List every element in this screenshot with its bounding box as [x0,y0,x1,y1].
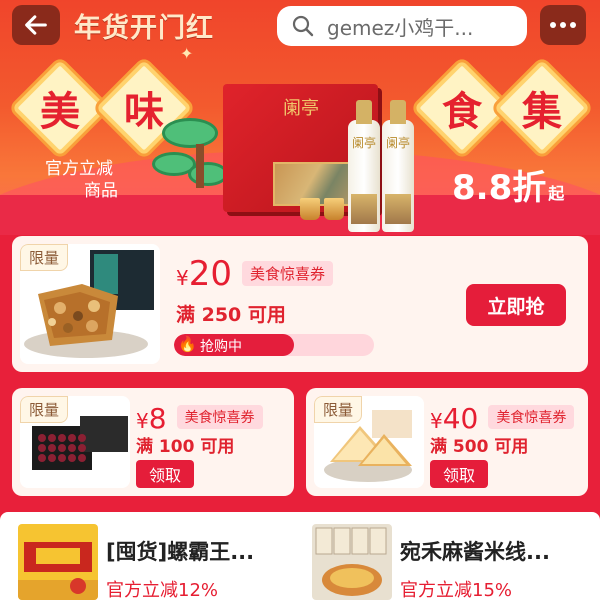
currency-symbol: ¥ [176,266,189,290]
currency-symbol: ¥ [430,409,443,433]
arrow-left-icon [25,15,47,35]
featured-coupon-card[interactable]: 限量 ¥ 20 美食惊喜券 满 250 可用 🔥 抢购中 立即抢 [12,236,588,372]
promo-banner: ✦ ✦ 美 味 食 集 官方立减 商品 阑亭 阑亭 阑亭 8.8折起 [0,0,600,235]
page-title: 年货开门红 [74,13,214,44]
official-discount-label: 官方立减 商品 [40,158,118,202]
product-discount: 官方立减15% [400,580,513,600]
promo-line-2: 商品 [84,181,118,201]
currency-symbol: ¥ [136,409,149,433]
back-button[interactable] [12,5,60,45]
progress-text: 抢购中 [200,339,242,355]
search-query-text: gemez小鸡干... [327,15,474,40]
more-dots-icon [550,22,556,28]
more-dots-icon [570,22,576,28]
coupon-amount: 8 [148,402,167,435]
coupon-condition: 满 500 可用 [430,437,529,457]
product-discount: 官方立减12% [106,580,219,600]
banner-char: 美 [40,88,80,135]
coupon-price: ¥ 8 美食惊喜券 [136,402,263,435]
limited-tag: 限量 [20,244,69,271]
gift-box-label: 阑亭 [283,98,319,119]
product-list: [囤货]螺霸王... 官方立减12% 宛禾麻酱米线... 官方立减15% [0,512,600,600]
banner-char: 集 [522,88,562,135]
bottle-label: 阑亭 [385,136,410,150]
limited-tag: 限量 [314,396,363,423]
coupon-price: ¥ 40 美食惊喜券 [430,402,575,435]
product-image: 限量 [314,396,424,488]
coupon-amount: 40 [442,402,479,435]
product-name: [囤货]螺霸王... [106,540,255,564]
coupon-type-badge: 美食惊喜券 [176,405,263,429]
coupon-type-badge: 美食惊喜券 [242,261,334,286]
search-icon [292,15,314,37]
top-bar: 年货开门红 gemez小鸡干... [0,0,600,56]
discount-suffix: 起 [548,184,565,203]
product-item[interactable]: [囤货]螺霸王... 官方立减12% [18,524,288,600]
cup-image [300,198,320,220]
coupon-amount: 20 [188,254,232,294]
coupon-type-badge: 美食惊喜券 [488,405,575,429]
product-thumbnail [312,524,392,600]
product-image: 限量 [20,244,160,364]
product-image: 限量 [20,396,130,488]
coupon-condition: 满 250 可用 [176,304,286,326]
product-name: 宛禾麻酱米线... [400,540,550,564]
product-thumbnail [18,524,98,600]
limited-tag: 限量 [20,396,69,423]
coupon-card[interactable]: 限量 ¥ 40 美食惊喜券 满 500 可用 领取 [306,388,588,496]
coupon-condition: 满 100 可用 [136,437,235,457]
progress-bar: 🔥 抢购中 [174,334,374,356]
search-input[interactable]: gemez小鸡干... [277,6,527,46]
coupon-price: ¥ 20 美食惊喜券 [176,254,334,294]
promo-line-1: 官方立减 [45,159,113,179]
grab-now-button[interactable]: 立即抢 [466,284,566,326]
coupon-card[interactable]: 限量 ¥ 8 美食惊喜券 满 100 可用 领取 [12,388,294,496]
discount-value: 8.8折 [452,168,547,208]
claim-button[interactable]: 领取 [136,460,194,488]
claim-button[interactable]: 领取 [430,460,488,488]
bottle-image: 阑亭 [382,100,414,232]
product-item[interactable]: 宛禾麻酱米线... 官方立减15% [312,524,590,600]
banner-char: 食 [442,88,482,135]
fire-icon: 🔥 [178,335,197,353]
more-dots-icon [560,22,566,28]
bottle-image: 阑亭 [348,100,380,232]
bottle-label: 阑亭 [351,136,376,150]
more-button[interactable] [540,5,586,45]
cup-image [324,198,344,220]
discount-label: 8.8折起 [452,160,564,209]
